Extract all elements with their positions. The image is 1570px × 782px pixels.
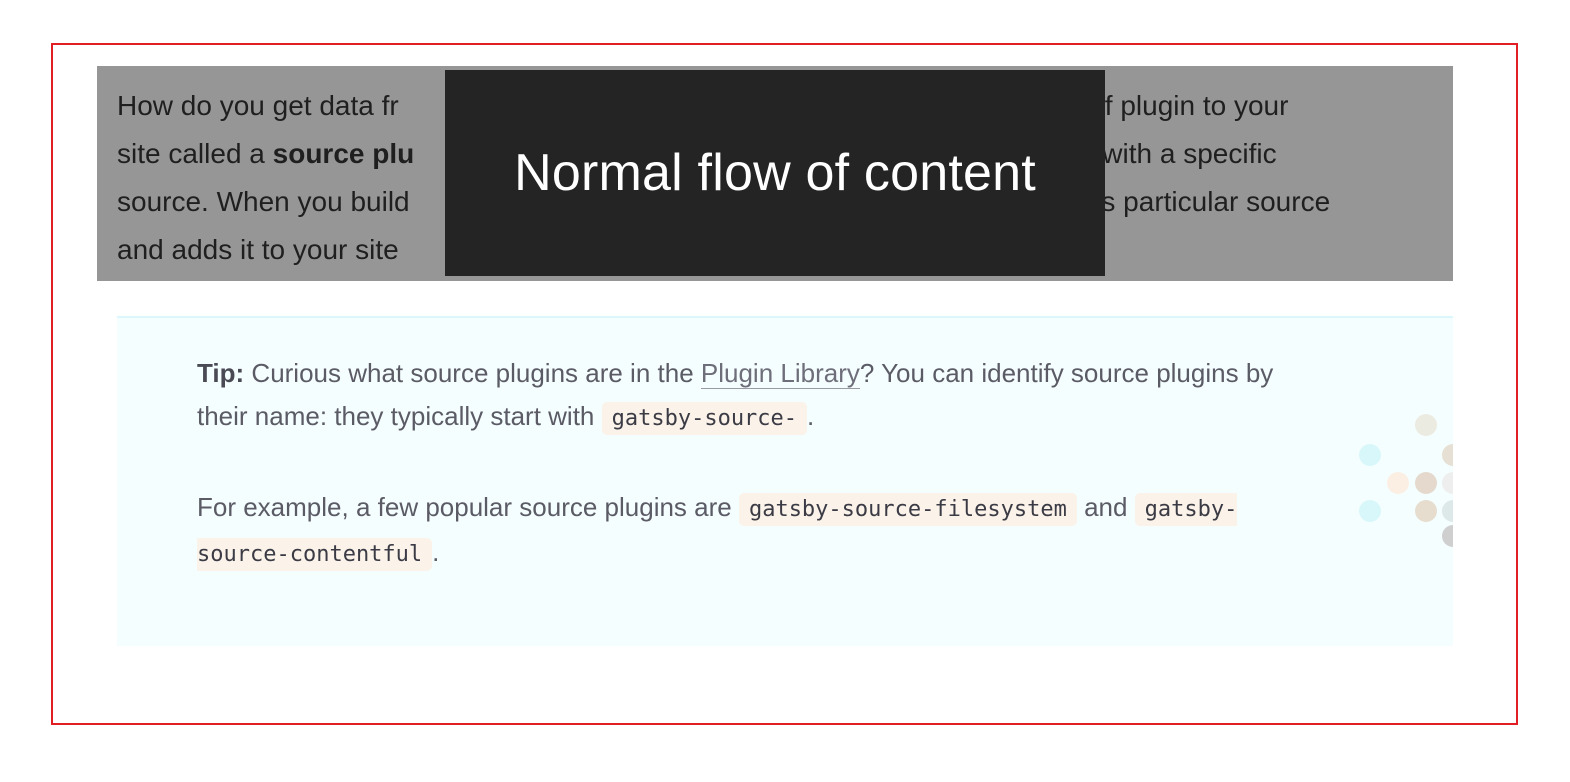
tip-text: For example, a few popular source plugin… [197, 492, 739, 522]
tip-text: and [1076, 492, 1135, 522]
overlay-label: Normal flow of content [514, 144, 1036, 202]
tip-text: Curious what source plugins are in the [244, 358, 701, 388]
intro-text: its particular source [1079, 186, 1331, 217]
tip-paragraph-2: For example, a few popular source plugin… [197, 486, 1307, 576]
tip-prefix: Tip: [197, 358, 245, 388]
tip-text: . [432, 537, 440, 567]
intro-text: and adds it to your site [117, 234, 399, 265]
intro-text: site called a [117, 138, 273, 169]
tip-paragraph-1: Tip: Curious what source plugins are in … [197, 352, 1307, 440]
code-gatsby-source: gatsby-source- [601, 402, 808, 435]
source-plugin-term: source plu [272, 138, 415, 169]
tip-callout: Tip: Curious what source plugins are in … [117, 316, 1453, 646]
intro-text: source. When you build [117, 186, 410, 217]
tip-content: Tip: Curious what source plugins are in … [197, 352, 1307, 622]
tip-text: . [807, 401, 815, 431]
intro-text: How do you get data fr [117, 90, 399, 121]
code-gatsby-source-filesystem: gatsby-source-filesystem [738, 493, 1077, 526]
plugin-library-link[interactable]: Plugin Library [700, 358, 860, 389]
normal-flow-overlay: Normal flow of content [445, 70, 1105, 276]
